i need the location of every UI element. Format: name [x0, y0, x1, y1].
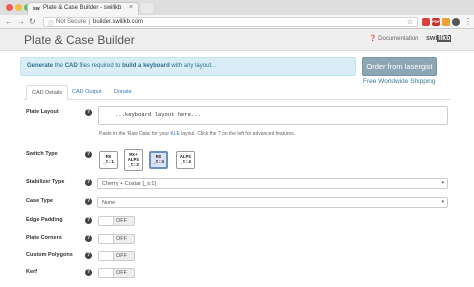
plate-corners-toggle[interactable]: OFF [98, 234, 135, 244]
toggle-state: OFF [116, 270, 127, 276]
alert-text-1: the [53, 63, 65, 69]
opera-extension-icon[interactable] [422, 18, 430, 26]
switch-line: _t:4 [179, 160, 192, 165]
switch-option-mx-selected[interactable]: MX _t:3 [149, 151, 168, 169]
plate-corners-help-icon[interactable]: ? [85, 235, 92, 242]
case-type-value: None [102, 200, 116, 206]
question-circle-icon: ❓ [369, 36, 377, 42]
toggle-knob [99, 269, 114, 277]
case-type-select[interactable]: None ▾ [97, 197, 448, 208]
order-lasergist-button[interactable]: Order from lasergist [362, 57, 437, 76]
brand-logo[interactable]: swillkb [426, 35, 452, 42]
browser-tab-bar: sw Plate & Case Builder - swillkb × [0, 0, 474, 15]
kerf-help-icon[interactable]: ? [85, 269, 92, 276]
address-bar[interactable]: ⓘ Not Secure builder.swillkb.com ☆ [43, 17, 418, 28]
edge-padding-label: Edge Padding [26, 217, 63, 223]
plate-layout-value: ...keyboard layout here... [115, 111, 201, 118]
toggle-knob [99, 235, 114, 243]
mail-extension-icon[interactable] [442, 18, 450, 26]
kle-link[interactable]: KLE [170, 131, 179, 137]
hint-text-before: Paste in the 'Raw Data' for your [99, 131, 171, 137]
switch-line: _t:3 [152, 160, 165, 165]
tab-cad-details[interactable]: CAD Details [26, 85, 68, 100]
toggle-state: OFF [116, 236, 127, 242]
security-status: Not Secure [56, 19, 87, 25]
pdf-extension-icon[interactable]: PDF [432, 18, 440, 26]
stabilizer-type-label: Stabilizer Type [26, 179, 65, 185]
toggle-state: OFF [116, 218, 127, 224]
close-window-icon[interactable] [6, 4, 13, 11]
plate-layout-label: Plate Layout [26, 109, 59, 115]
alert-text-3: with any layout... [169, 63, 217, 69]
url-divider [89, 19, 90, 25]
alert-text-2: files required to [77, 63, 123, 69]
chevron-down-icon: ▾ [441, 180, 444, 186]
page-title: Plate & Case Builder [24, 33, 135, 47]
info-alert: Generate the CAD files required to build… [20, 57, 356, 76]
stabilizer-type-select[interactable]: Cherry + Costar [_s:1] ▾ [97, 178, 448, 189]
builder-tabs: CAD Details CAD Output Donate [24, 85, 450, 100]
custom-polygons-label: Custom Polygons [26, 252, 73, 258]
browser-menu-icon[interactable]: ⋮ [464, 17, 472, 26]
alert-word-build: build a keyboard [122, 63, 170, 69]
chevron-down-icon: ▾ [441, 199, 444, 205]
reload-icon[interactable]: ↻ [29, 17, 36, 27]
switch-line: _t:2 [127, 162, 140, 168]
custom-polygons-help-icon[interactable]: ? [85, 252, 92, 259]
switch-option-mx-alps[interactable]: MX+ ALPS _t:2 [124, 149, 143, 171]
switch-option-alps[interactable]: ALPS _t:4 [176, 151, 195, 169]
documentation-label: Documentation [378, 36, 419, 42]
profile-extension-icon[interactable] [452, 18, 460, 26]
switch-type-help-icon[interactable]: ? [85, 151, 92, 158]
kerf-toggle[interactable]: OFF [98, 268, 135, 278]
tab-close-icon[interactable]: × [129, 4, 133, 11]
alert-word-generate: Generate [27, 63, 54, 69]
plate-corners-label: Plate Corners [26, 235, 62, 241]
kerf-label: Kerf [26, 269, 38, 275]
forward-icon[interactable]: → [17, 17, 25, 27]
plate-layout-help-icon[interactable]: ? [85, 109, 92, 116]
browser-tab[interactable]: sw Plate & Case Builder - swillkb × [27, 2, 139, 15]
plate-layout-textarea[interactable]: ...keyboard layout here... [98, 106, 448, 125]
hint-text-after: layout. Click the ? on the left for adva… [179, 131, 296, 137]
custom-polygons-toggle[interactable]: OFF [98, 251, 135, 261]
bookmark-star-icon[interactable]: ☆ [407, 18, 413, 26]
stabilizer-type-value: Cherry + Costar [_s:1] [102, 181, 156, 187]
alert-text: Generate the CAD files required to build… [27, 63, 216, 69]
brand-box: llkb [437, 35, 452, 42]
plate-layout-hint: Paste in the 'Raw Data' for your KLE lay… [99, 131, 295, 137]
toggle-knob [99, 217, 114, 225]
alert-word-cad: CAD [64, 63, 78, 69]
brand-prefix: swi [426, 35, 438, 42]
info-icon[interactable]: ⓘ [48, 19, 54, 28]
switch-type-label: Switch Type [26, 151, 58, 157]
page-header: Plate & Case Builder ❓ Documentation swi… [0, 29, 474, 51]
edge-padding-help-icon[interactable]: ? [85, 217, 92, 224]
tab-donate[interactable]: Donate [109, 85, 137, 100]
stabilizer-help-icon[interactable]: ? [85, 179, 92, 186]
shipping-text: Free Worldwide Shipping [363, 78, 436, 85]
favicon-icon: sw [33, 6, 40, 12]
tab-cad-output[interactable]: CAD Output [67, 85, 107, 100]
minimize-window-icon[interactable] [15, 4, 22, 11]
browser-toolbar: ← → ↻ ⓘ Not Secure builder.swillkb.com ☆… [0, 15, 474, 29]
edge-padding-toggle[interactable]: OFF [98, 216, 135, 226]
tab-title: Plate & Case Builder - swillkb [43, 5, 122, 11]
back-icon[interactable]: ← [5, 17, 13, 27]
url-text[interactable]: builder.swillkb.com [93, 19, 143, 25]
toggle-knob [99, 252, 114, 260]
toggle-state: OFF [116, 253, 127, 259]
switch-line: _t:1 [102, 160, 115, 165]
documentation-link[interactable]: ❓ Documentation [369, 35, 419, 42]
case-type-help-icon[interactable]: ? [85, 198, 92, 205]
case-type-label: Case Type [26, 198, 54, 204]
new-tab-button[interactable] [141, 3, 153, 13]
switch-option-mx[interactable]: MX _t:1 [99, 151, 118, 169]
